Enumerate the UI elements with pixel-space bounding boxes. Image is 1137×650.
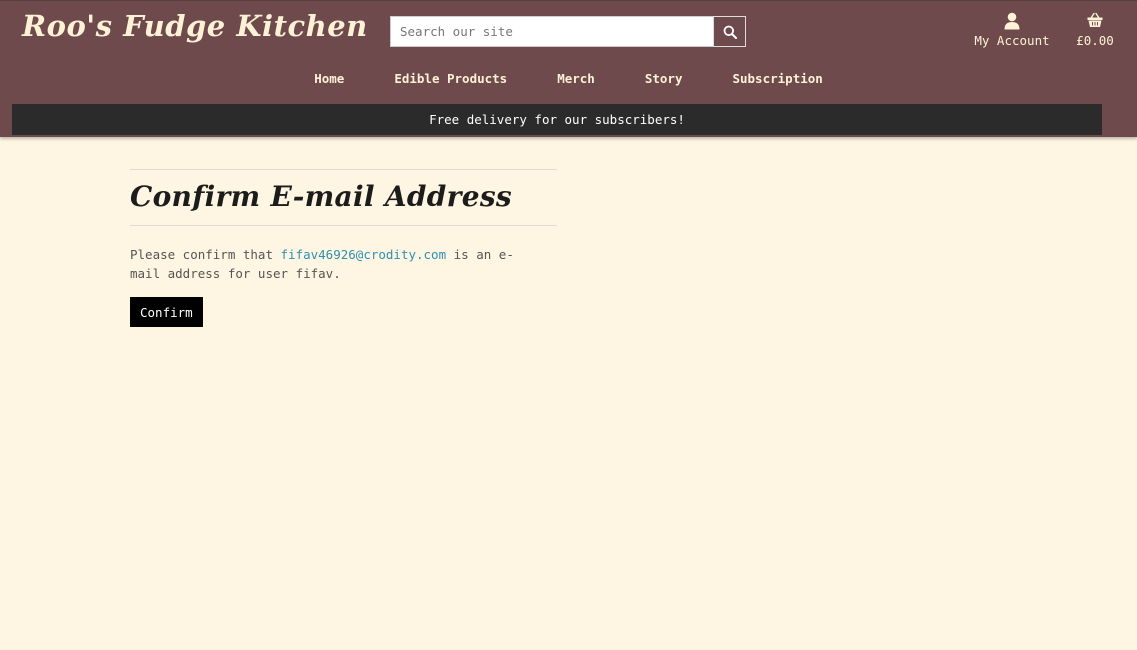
divider-bottom bbox=[130, 225, 557, 226]
nav-item-home[interactable]: Home bbox=[289, 70, 369, 88]
confirm-message: Please confirm that fifav46926@crodity.c… bbox=[130, 245, 530, 283]
delivery-banner: Free delivery for our subscribers! bbox=[12, 104, 1102, 135]
email-link[interactable]: fifav46926@crodity.com bbox=[281, 247, 447, 262]
basket-icon bbox=[1087, 12, 1103, 27]
search-button[interactable] bbox=[713, 16, 746, 47]
basket-total: £0.00 bbox=[1076, 33, 1114, 48]
search-input[interactable] bbox=[390, 16, 713, 47]
user-icon bbox=[1004, 12, 1020, 30]
main-content: Confirm E-mail Address Please confirm th… bbox=[130, 169, 557, 327]
nav-item-edible-products[interactable]: Edible Products bbox=[369, 70, 532, 88]
site-logo[interactable]: Roo's Fudge Kitchen bbox=[22, 9, 368, 43]
main-nav: Home Edible Products Merch Story Subscri… bbox=[0, 70, 1137, 88]
my-account-link[interactable]: My Account bbox=[972, 12, 1052, 48]
nav-item-merch[interactable]: Merch bbox=[532, 70, 620, 88]
message-prefix: Please confirm that bbox=[130, 247, 273, 262]
page-title: Confirm E-mail Address bbox=[130, 180, 512, 213]
search-form bbox=[390, 16, 746, 47]
magnifier-icon bbox=[723, 25, 737, 39]
confirm-button[interactable]: Confirm bbox=[130, 297, 203, 327]
basket-link[interactable]: £0.00 bbox=[1072, 12, 1118, 48]
banner-text: Free delivery for our subscribers! bbox=[429, 112, 685, 127]
site-header: Roo's Fudge Kitchen My Account bbox=[0, 0, 1137, 137]
nav-item-subscription[interactable]: Subscription bbox=[707, 70, 847, 88]
my-account-label: My Account bbox=[974, 33, 1050, 48]
nav-item-story[interactable]: Story bbox=[620, 70, 708, 88]
